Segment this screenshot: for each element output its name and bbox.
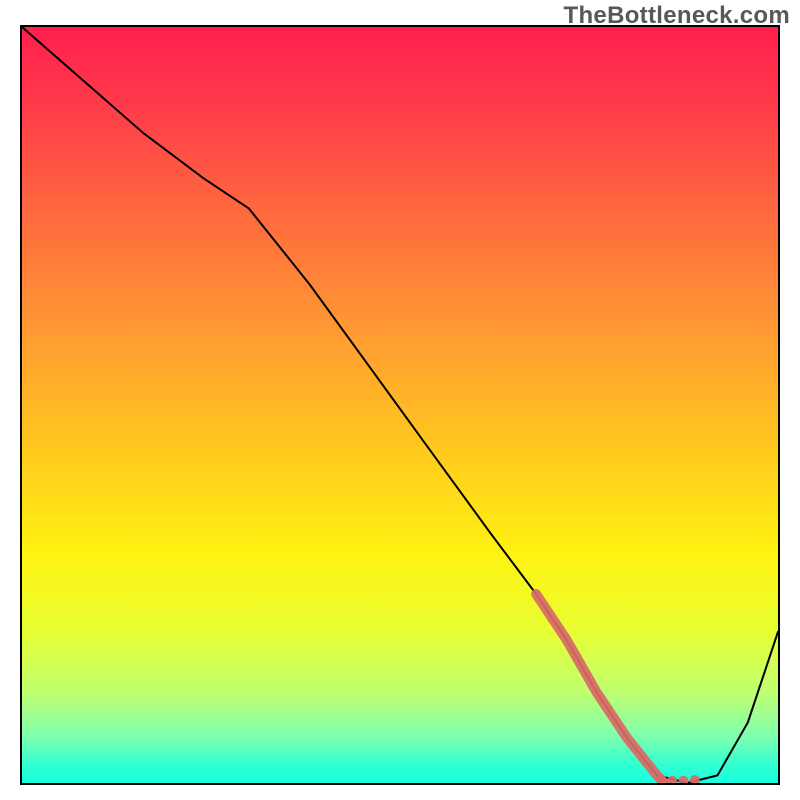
highlight-dot (679, 776, 689, 783)
plot-frame (20, 25, 780, 785)
chart-stage: TheBottleneck.com (0, 0, 800, 800)
watermark-text: TheBottleneck.com (564, 2, 790, 30)
curve-layer (22, 27, 778, 783)
highlight-dot (667, 776, 677, 783)
bottleneck-curve (22, 27, 778, 783)
highlight-segment (536, 594, 665, 783)
highlight-dot (690, 775, 700, 783)
highlight-dots (656, 774, 700, 783)
